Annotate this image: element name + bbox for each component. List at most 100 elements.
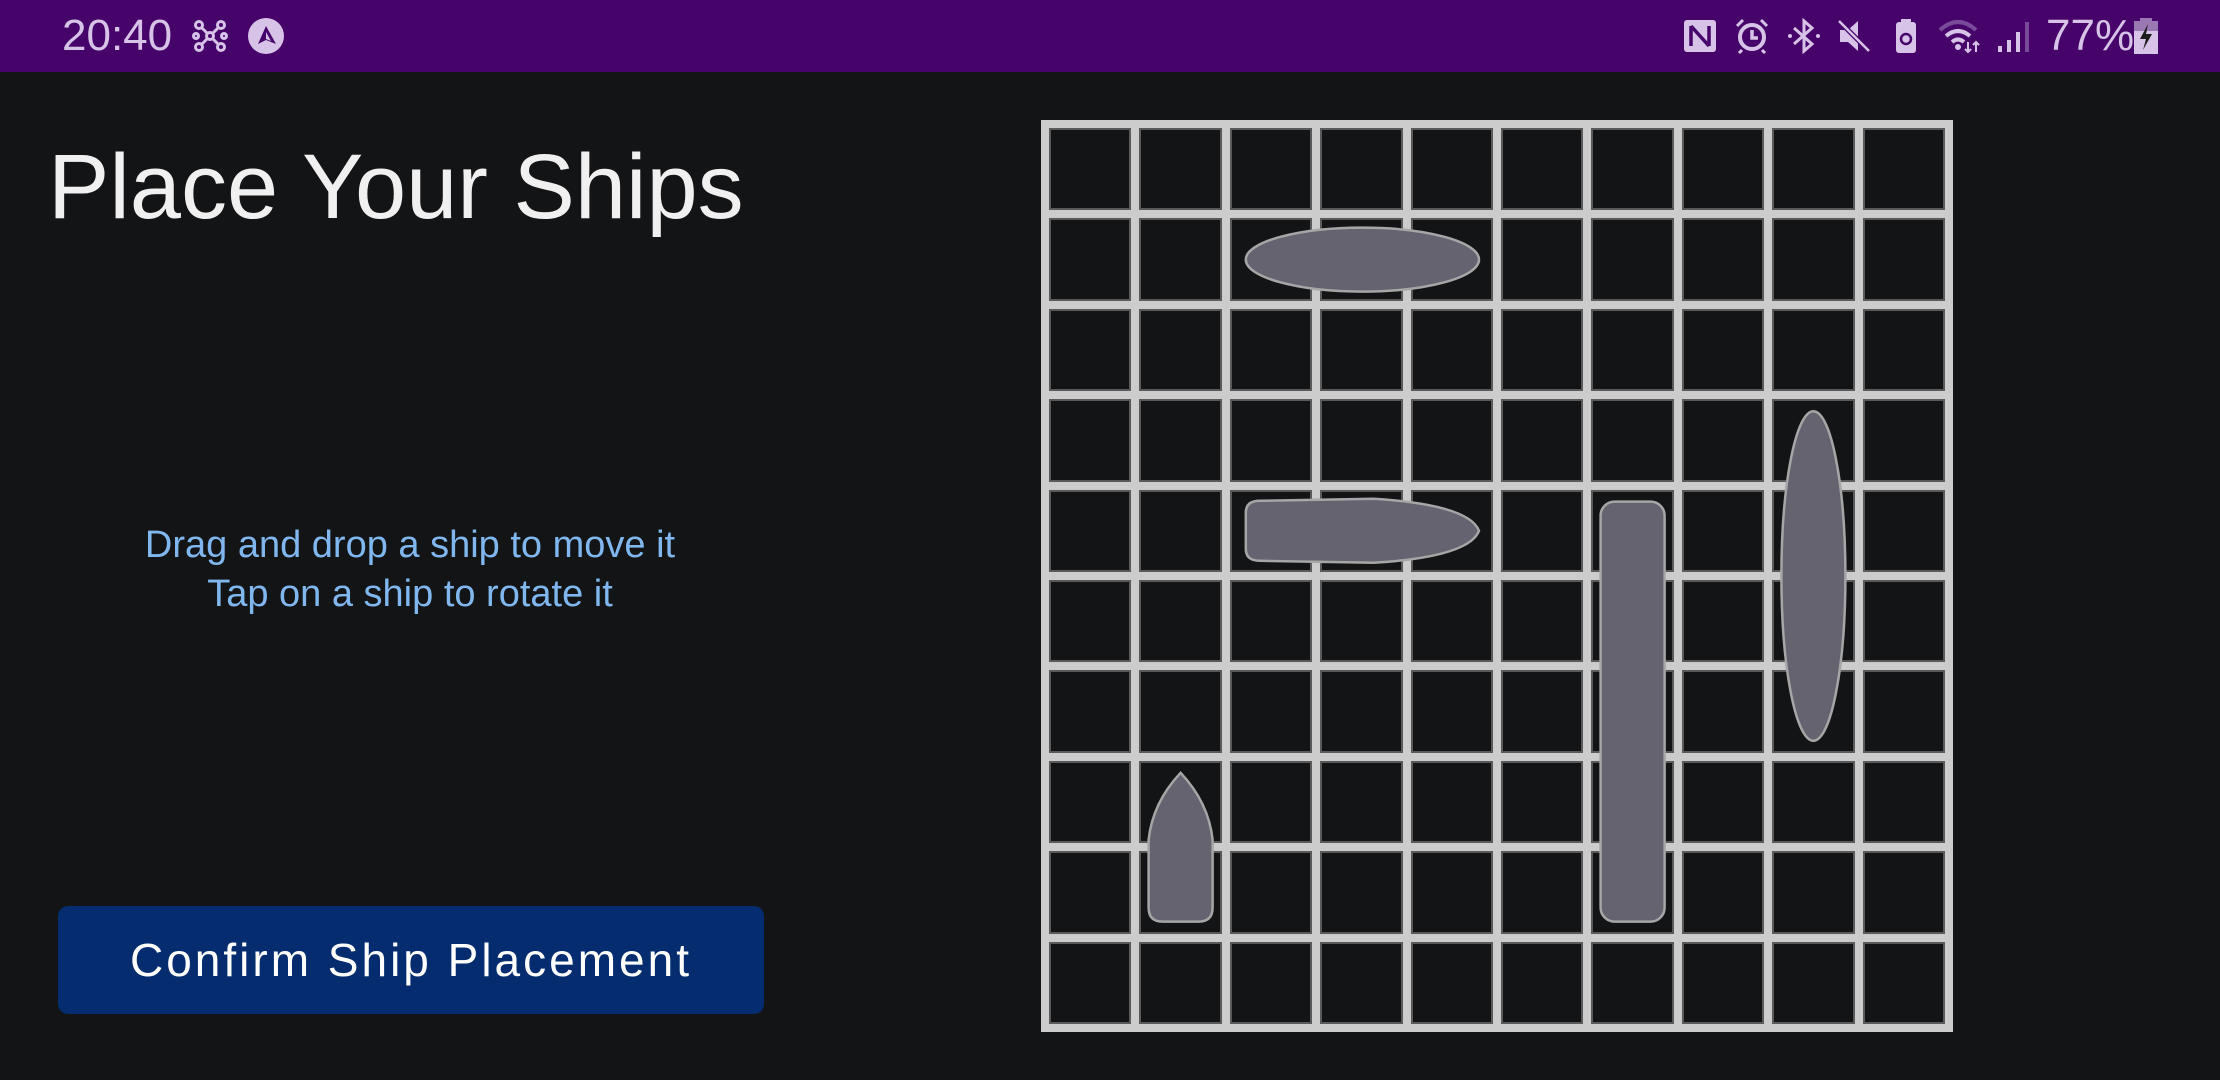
board-cell[interactable] <box>1049 489 1132 572</box>
board-cell[interactable] <box>1410 128 1493 211</box>
board-cell[interactable] <box>1681 851 1765 934</box>
board-cell[interactable] <box>1049 580 1132 663</box>
board-cell[interactable] <box>1410 399 1493 482</box>
mute-icon <box>1837 19 1871 53</box>
board-cell[interactable] <box>1681 399 1765 482</box>
board-cell[interactable] <box>1862 489 1945 572</box>
board-cell[interactable] <box>1139 128 1222 211</box>
board-cell[interactable] <box>1862 851 1945 934</box>
board-cell[interactable] <box>1862 760 1945 844</box>
ship-rect-vertical[interactable] <box>1599 500 1666 923</box>
board-cell[interactable] <box>1681 489 1765 572</box>
board-cell[interactable] <box>1139 308 1222 392</box>
status-time: 20:40 <box>62 11 173 60</box>
board-cell[interactable] <box>1229 851 1313 934</box>
board-cell[interactable] <box>1772 941 1855 1024</box>
board-cell[interactable] <box>1501 760 1584 844</box>
board-cell[interactable] <box>1862 941 1945 1024</box>
board-cell[interactable] <box>1320 851 1403 934</box>
board-cell[interactable] <box>1681 218 1765 301</box>
board-cell[interactable] <box>1049 851 1132 934</box>
ship-ellipse-vertical[interactable] <box>1780 409 1847 743</box>
board-cell[interactable] <box>1862 128 1945 211</box>
board-cell[interactable] <box>1229 128 1313 211</box>
battery-percent: 77% <box>2046 11 2135 60</box>
board-cell[interactable] <box>1320 670 1403 753</box>
battery-charging-icon <box>2134 18 2158 54</box>
board-cell[interactable] <box>1772 760 1855 844</box>
page-title: Place Your Ships <box>48 136 744 238</box>
board-cell[interactable] <box>1049 941 1132 1024</box>
board-cell[interactable] <box>1139 489 1222 572</box>
board-cell[interactable] <box>1862 580 1945 663</box>
board-cell[interactable] <box>1591 128 1674 211</box>
board-cell[interactable] <box>1139 399 1222 482</box>
board-cell[interactable] <box>1681 580 1765 663</box>
board-cell[interactable] <box>1501 580 1584 663</box>
board-cell[interactable] <box>1139 580 1222 663</box>
confirm-ship-placement-button[interactable]: Confirm Ship Placement <box>58 906 764 1014</box>
battery-saver-icon <box>1896 19 1916 53</box>
board-cell[interactable] <box>1591 941 1674 1024</box>
board-cell[interactable] <box>1049 128 1132 211</box>
board-cell[interactable] <box>1772 128 1855 211</box>
board-cell[interactable] <box>1229 580 1313 663</box>
board-cell[interactable] <box>1501 851 1584 934</box>
board-cell[interactable] <box>1320 128 1403 211</box>
status-bar: 20:40 77% <box>0 0 2220 72</box>
board-cell[interactable] <box>1681 670 1765 753</box>
board-cell[interactable] <box>1049 670 1132 753</box>
board-cell[interactable] <box>1862 399 1945 482</box>
board-cell[interactable] <box>1229 760 1313 844</box>
board-cell[interactable] <box>1410 760 1493 844</box>
wifi-icon <box>1938 20 1980 54</box>
board-cell[interactable] <box>1681 760 1765 844</box>
nfc-icon <box>1684 20 1716 52</box>
board-cell[interactable] <box>1862 218 1945 301</box>
board-cell[interactable] <box>1139 670 1222 753</box>
board-cell[interactable] <box>1229 308 1313 392</box>
board-cell[interactable] <box>1410 308 1493 392</box>
board-cell[interactable] <box>1501 670 1584 753</box>
board-cell[interactable] <box>1772 851 1855 934</box>
board-cell[interactable] <box>1772 218 1855 301</box>
board-cell[interactable] <box>1229 941 1313 1024</box>
board-cell[interactable] <box>1139 218 1222 301</box>
ship-bullet-horizontal[interactable] <box>1244 497 1481 565</box>
board-cell[interactable] <box>1681 128 1765 211</box>
board-cell[interactable] <box>1410 851 1493 934</box>
board-cell[interactable] <box>1320 308 1403 392</box>
board-cell[interactable] <box>1591 399 1674 482</box>
board-cell[interactable] <box>1320 399 1403 482</box>
board-cell[interactable] <box>1681 308 1765 392</box>
board-cell[interactable] <box>1049 308 1132 392</box>
board-cell[interactable] <box>1049 399 1132 482</box>
board-cell[interactable] <box>1320 941 1403 1024</box>
board-cell[interactable] <box>1501 308 1584 392</box>
board-cell[interactable] <box>1862 308 1945 392</box>
board-cell[interactable] <box>1229 670 1313 753</box>
board-cell[interactable] <box>1681 941 1765 1024</box>
board-cell[interactable] <box>1049 218 1132 301</box>
app-triangle-icon <box>248 18 284 54</box>
board-cell[interactable] <box>1410 941 1493 1024</box>
board-cell[interactable] <box>1410 670 1493 753</box>
ship-ellipse-horizontal[interactable] <box>1244 226 1481 293</box>
board-cell[interactable] <box>1320 760 1403 844</box>
bluetooth-icon <box>1788 18 1820 54</box>
board-cell[interactable] <box>1591 308 1674 392</box>
board-cell[interactable] <box>1501 489 1584 572</box>
board-cell[interactable] <box>1501 128 1584 211</box>
board-cell[interactable] <box>1049 760 1132 844</box>
board-cell[interactable] <box>1501 218 1584 301</box>
board-cell[interactable] <box>1862 670 1945 753</box>
board-cell[interactable] <box>1501 399 1584 482</box>
board-cell[interactable] <box>1139 941 1222 1024</box>
instruction-drag: Drag and drop a ship to move it <box>144 524 676 566</box>
board-cell[interactable] <box>1320 580 1403 663</box>
board-cell[interactable] <box>1772 308 1855 392</box>
board-cell[interactable] <box>1229 399 1313 482</box>
board-cell[interactable] <box>1410 580 1493 663</box>
board-cell[interactable] <box>1501 941 1584 1024</box>
board-cell[interactable] <box>1591 218 1674 301</box>
